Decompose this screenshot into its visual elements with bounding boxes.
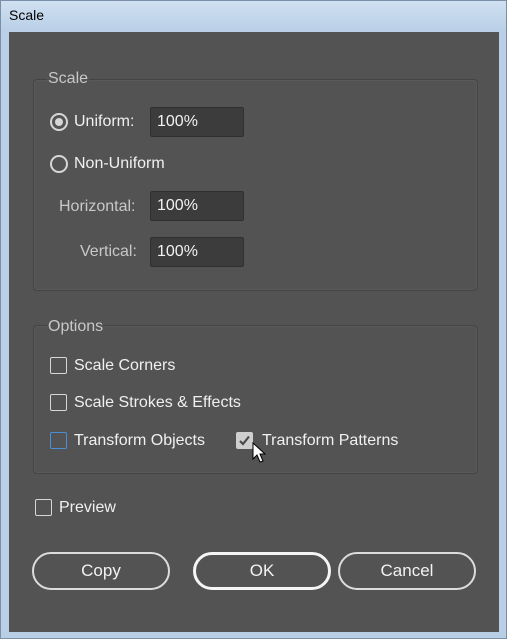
scale-group-title: Scale (47, 70, 90, 88)
vertical-label: Vertical: (80, 243, 137, 260)
non-uniform-radio[interactable] (50, 155, 68, 173)
preview-checkbox[interactable] (35, 499, 52, 516)
ok-button[interactable]: OK (193, 552, 331, 590)
checkmark-icon (239, 435, 250, 446)
uniform-label[interactable]: Uniform: (74, 113, 134, 131)
vertical-input[interactable] (150, 237, 244, 267)
non-uniform-label[interactable]: Non-Uniform (74, 155, 165, 173)
transform-objects-label[interactable]: Transform Objects (74, 432, 205, 450)
uniform-input[interactable] (150, 107, 244, 137)
cancel-button[interactable]: Cancel (338, 552, 476, 590)
transform-patterns-checkbox[interactable] (236, 432, 253, 449)
scale-corners-checkbox[interactable] (50, 357, 67, 374)
scale-strokes-label[interactable]: Scale Strokes & Effects (74, 394, 241, 412)
preview-label[interactable]: Preview (59, 499, 116, 517)
transform-objects-checkbox[interactable] (50, 432, 67, 449)
dialog-body: Scale Uniform: Non-Uniform Horizontal: V… (9, 32, 499, 632)
mouse-pointer-icon (252, 442, 266, 463)
title-bar[interactable]: Scale (1, 1, 506, 32)
horizontal-input[interactable] (150, 191, 244, 221)
scale-dialog-window: Scale Scale Uniform: Non-Uniform Horizon… (0, 0, 507, 639)
window-title: Scale (9, 7, 45, 23)
scale-corners-label[interactable]: Scale Corners (74, 357, 175, 375)
horizontal-label: Horizontal: (59, 198, 136, 215)
options-group-title: Options (47, 318, 105, 336)
transform-patterns-label[interactable]: Transform Patterns (262, 432, 398, 450)
uniform-radio[interactable] (50, 113, 68, 131)
copy-button[interactable]: Copy (32, 552, 170, 590)
scale-strokes-checkbox[interactable] (50, 394, 67, 411)
